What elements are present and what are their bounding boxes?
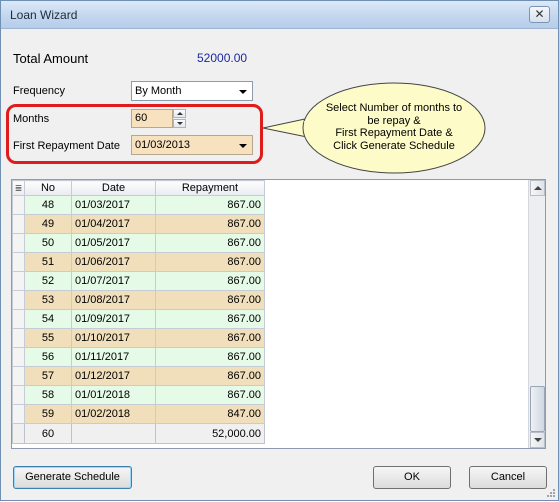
cell-no[interactable]: 52 [24,271,72,291]
row-selector[interactable] [12,366,25,386]
column-header-repayment[interactable]: Repayment [155,180,265,196]
column-chooser-button[interactable]: ≣ [12,180,25,196]
cell-no[interactable]: 48 [24,195,72,215]
row-selector[interactable] [12,252,25,272]
cell-repayment[interactable]: 867.00 [155,252,265,272]
row-selector[interactable] [12,404,25,424]
callout-line: Select Number of months to [325,102,463,114]
cell-date[interactable]: 01/06/2017 [71,252,156,272]
cell-no[interactable]: 59 [24,404,72,424]
callout-line: be repay & [367,114,421,127]
cell-date[interactable]: 01/09/2017 [71,309,156,329]
cell-no[interactable]: 49 [24,214,72,234]
row-selector[interactable] [12,195,25,215]
cell-no[interactable]: 55 [24,328,72,348]
column-header-date[interactable]: Date [71,180,156,196]
cell-repayment[interactable]: 867.00 [155,347,265,367]
row-selector[interactable] [12,347,25,367]
table-row[interactable]: 50 01/05/2017 867.00 [12,233,265,253]
cell-repayment[interactable]: 867.00 [155,214,265,234]
ok-button[interactable]: OK [373,466,451,489]
table-row[interactable]: 57 01/12/2017 867.00 [12,366,265,386]
cell-date[interactable]: 01/08/2017 [71,290,156,310]
cell-repayment[interactable]: 867.00 [155,328,265,348]
row-selector[interactable] [12,385,25,405]
cell-date[interactable]: 01/05/2017 [71,233,156,253]
cancel-button[interactable]: Cancel [469,466,547,489]
callout-text: Select Number of months to be repay & Fi… [319,102,469,152]
cell-repayment[interactable]: 867.00 [155,385,265,405]
table-row[interactable]: 52 01/07/2017 867.00 [12,271,265,291]
table-row[interactable]: 58 01/01/2018 867.00 [12,385,265,405]
table-row[interactable]: 51 01/06/2017 867.00 [12,252,265,272]
cell-date[interactable]: 01/01/2018 [71,385,156,405]
scroll-up-icon[interactable] [530,180,545,196]
cell-date[interactable]: 01/11/2017 [71,347,156,367]
cell-date[interactable]: 01/07/2017 [71,271,156,291]
cell-date[interactable]: 01/10/2017 [71,328,156,348]
cell-repayment[interactable]: 867.00 [155,290,265,310]
table-row[interactable]: 53 01/08/2017 867.00 [12,290,265,310]
cell-date[interactable]: 01/12/2017 [71,366,156,386]
table-row[interactable]: 59 01/02/2018 847.00 [12,404,265,424]
summary-date-empty [71,423,156,444]
summary-selector [12,423,25,444]
vertical-scrollbar[interactable] [528,180,545,448]
cell-date[interactable]: 01/02/2018 [71,404,156,424]
cell-date[interactable]: 01/04/2017 [71,214,156,234]
row-selector[interactable] [12,290,25,310]
cell-repayment[interactable]: 867.00 [155,271,265,291]
cell-no[interactable]: 57 [24,366,72,386]
cell-no[interactable]: 56 [24,347,72,367]
table-row[interactable]: 54 01/09/2017 867.00 [12,309,265,329]
table-row[interactable]: 48 01/03/2017 867.00 [12,195,265,215]
table-row[interactable]: 55 01/10/2017 867.00 [12,328,265,348]
repayment-schedule-grid[interactable]: ≣ No Date Repayment 48 01/03/2017 867.00 49… [11,179,546,449]
summary-count: 60 [24,423,72,444]
row-selector[interactable] [12,271,25,291]
summary-row: 60 52,000.00 [12,423,265,444]
callout-line: First Repayment Date & [335,127,453,139]
cell-no[interactable]: 54 [24,309,72,329]
generate-schedule-button[interactable]: Generate Schedule [13,466,132,489]
cell-date[interactable]: 01/03/2017 [71,195,156,215]
cell-repayment[interactable]: 867.00 [155,195,265,215]
scroll-down-icon[interactable] [530,432,545,448]
table-row[interactable]: 56 01/11/2017 867.00 [12,347,265,367]
cell-no[interactable]: 58 [24,385,72,405]
callout-line: Click Generate Schedule [333,139,455,152]
column-header-no[interactable]: No [24,180,72,196]
cell-repayment[interactable]: 867.00 [155,233,265,253]
summary-total: 52,000.00 [155,423,265,444]
cell-repayment[interactable]: 847.00 [155,404,265,424]
row-selector[interactable] [12,233,25,253]
cell-repayment[interactable]: 867.00 [155,309,265,329]
cell-no[interactable]: 53 [24,290,72,310]
cell-repayment[interactable]: 867.00 [155,366,265,386]
scroll-thumb[interactable] [530,386,545,432]
row-selector[interactable] [12,309,25,329]
row-selector[interactable] [12,214,25,234]
loan-wizard-dialog: Loan Wizard ✕ Total Amount 52000.00 Freq… [0,0,559,501]
column-chooser-icon: ≣ [14,182,23,193]
cell-no[interactable]: 51 [24,252,72,272]
row-selector[interactable] [12,328,25,348]
cell-no[interactable]: 50 [24,233,72,253]
resize-grip-icon[interactable] [546,488,556,498]
table-row[interactable]: 49 01/04/2017 867.00 [12,214,265,234]
